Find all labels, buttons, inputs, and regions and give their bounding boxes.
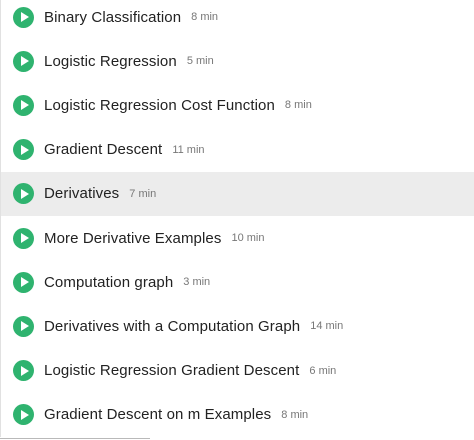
lesson-item[interactable]: Logistic Regression Cost Function 8 min bbox=[1, 83, 474, 127]
lesson-duration: 11 min bbox=[172, 143, 205, 156]
play-icon[interactable] bbox=[13, 227, 34, 249]
play-icon[interactable] bbox=[13, 315, 34, 337]
play-icon[interactable] bbox=[13, 50, 34, 72]
lesson-item[interactable]: More Derivative Examples 10 min bbox=[1, 216, 474, 260]
bottom-divider bbox=[0, 438, 150, 439]
lesson-item-highlighted[interactable]: Derivatives 7 min bbox=[1, 171, 474, 216]
lesson-item[interactable]: Gradient Descent on m Examples 8 min bbox=[1, 393, 474, 437]
lesson-item[interactable]: Logistic Regression 5 min bbox=[1, 39, 474, 83]
lesson-list: Binary Classification 8 min Logistic Reg… bbox=[0, 0, 474, 437]
lesson-title[interactable]: More Derivative Examples bbox=[44, 230, 221, 247]
lesson-title[interactable]: Logistic Regression Gradient Descent bbox=[44, 362, 299, 379]
play-icon[interactable] bbox=[13, 94, 34, 116]
lesson-item[interactable]: Computation graph 3 min bbox=[1, 260, 474, 304]
lesson-title[interactable]: Derivatives bbox=[44, 185, 119, 202]
lesson-duration: 6 min bbox=[309, 364, 337, 377]
lesson-item[interactable]: Derivatives with a Computation Graph 14 … bbox=[1, 304, 474, 348]
lesson-title[interactable]: Gradient Descent bbox=[44, 141, 162, 158]
lesson-title[interactable]: Computation graph bbox=[44, 274, 173, 291]
lesson-duration: 7 min bbox=[129, 187, 157, 200]
play-icon[interactable] bbox=[13, 183, 34, 205]
lesson-duration: 14 min bbox=[310, 320, 344, 333]
lesson-duration: 3 min bbox=[183, 276, 211, 289]
play-icon[interactable] bbox=[13, 6, 34, 28]
lesson-item[interactable]: Logistic Regression Gradient Descent 6 m… bbox=[1, 349, 474, 393]
play-icon[interactable] bbox=[13, 139, 34, 161]
lesson-duration: 8 min bbox=[281, 408, 309, 421]
lesson-item[interactable]: Binary Classification 8 min bbox=[1, 0, 474, 39]
lesson-duration: 8 min bbox=[284, 99, 312, 112]
play-icon[interactable] bbox=[13, 360, 34, 382]
play-icon[interactable] bbox=[13, 404, 34, 426]
lesson-item[interactable]: Gradient Descent 11 min bbox=[1, 128, 474, 172]
lesson-duration: 10 min bbox=[231, 232, 265, 245]
lesson-title[interactable]: Derivatives with a Computation Graph bbox=[44, 318, 300, 335]
lesson-duration: 8 min bbox=[191, 11, 219, 24]
play-icon[interactable] bbox=[13, 271, 34, 293]
lesson-title[interactable]: Logistic Regression bbox=[44, 53, 177, 70]
lesson-duration: 5 min bbox=[186, 55, 214, 68]
lesson-title[interactable]: Binary Classification bbox=[44, 9, 181, 26]
lesson-title[interactable]: Logistic Regression Cost Function bbox=[44, 97, 275, 114]
lesson-title[interactable]: Gradient Descent on m Examples bbox=[44, 406, 271, 423]
